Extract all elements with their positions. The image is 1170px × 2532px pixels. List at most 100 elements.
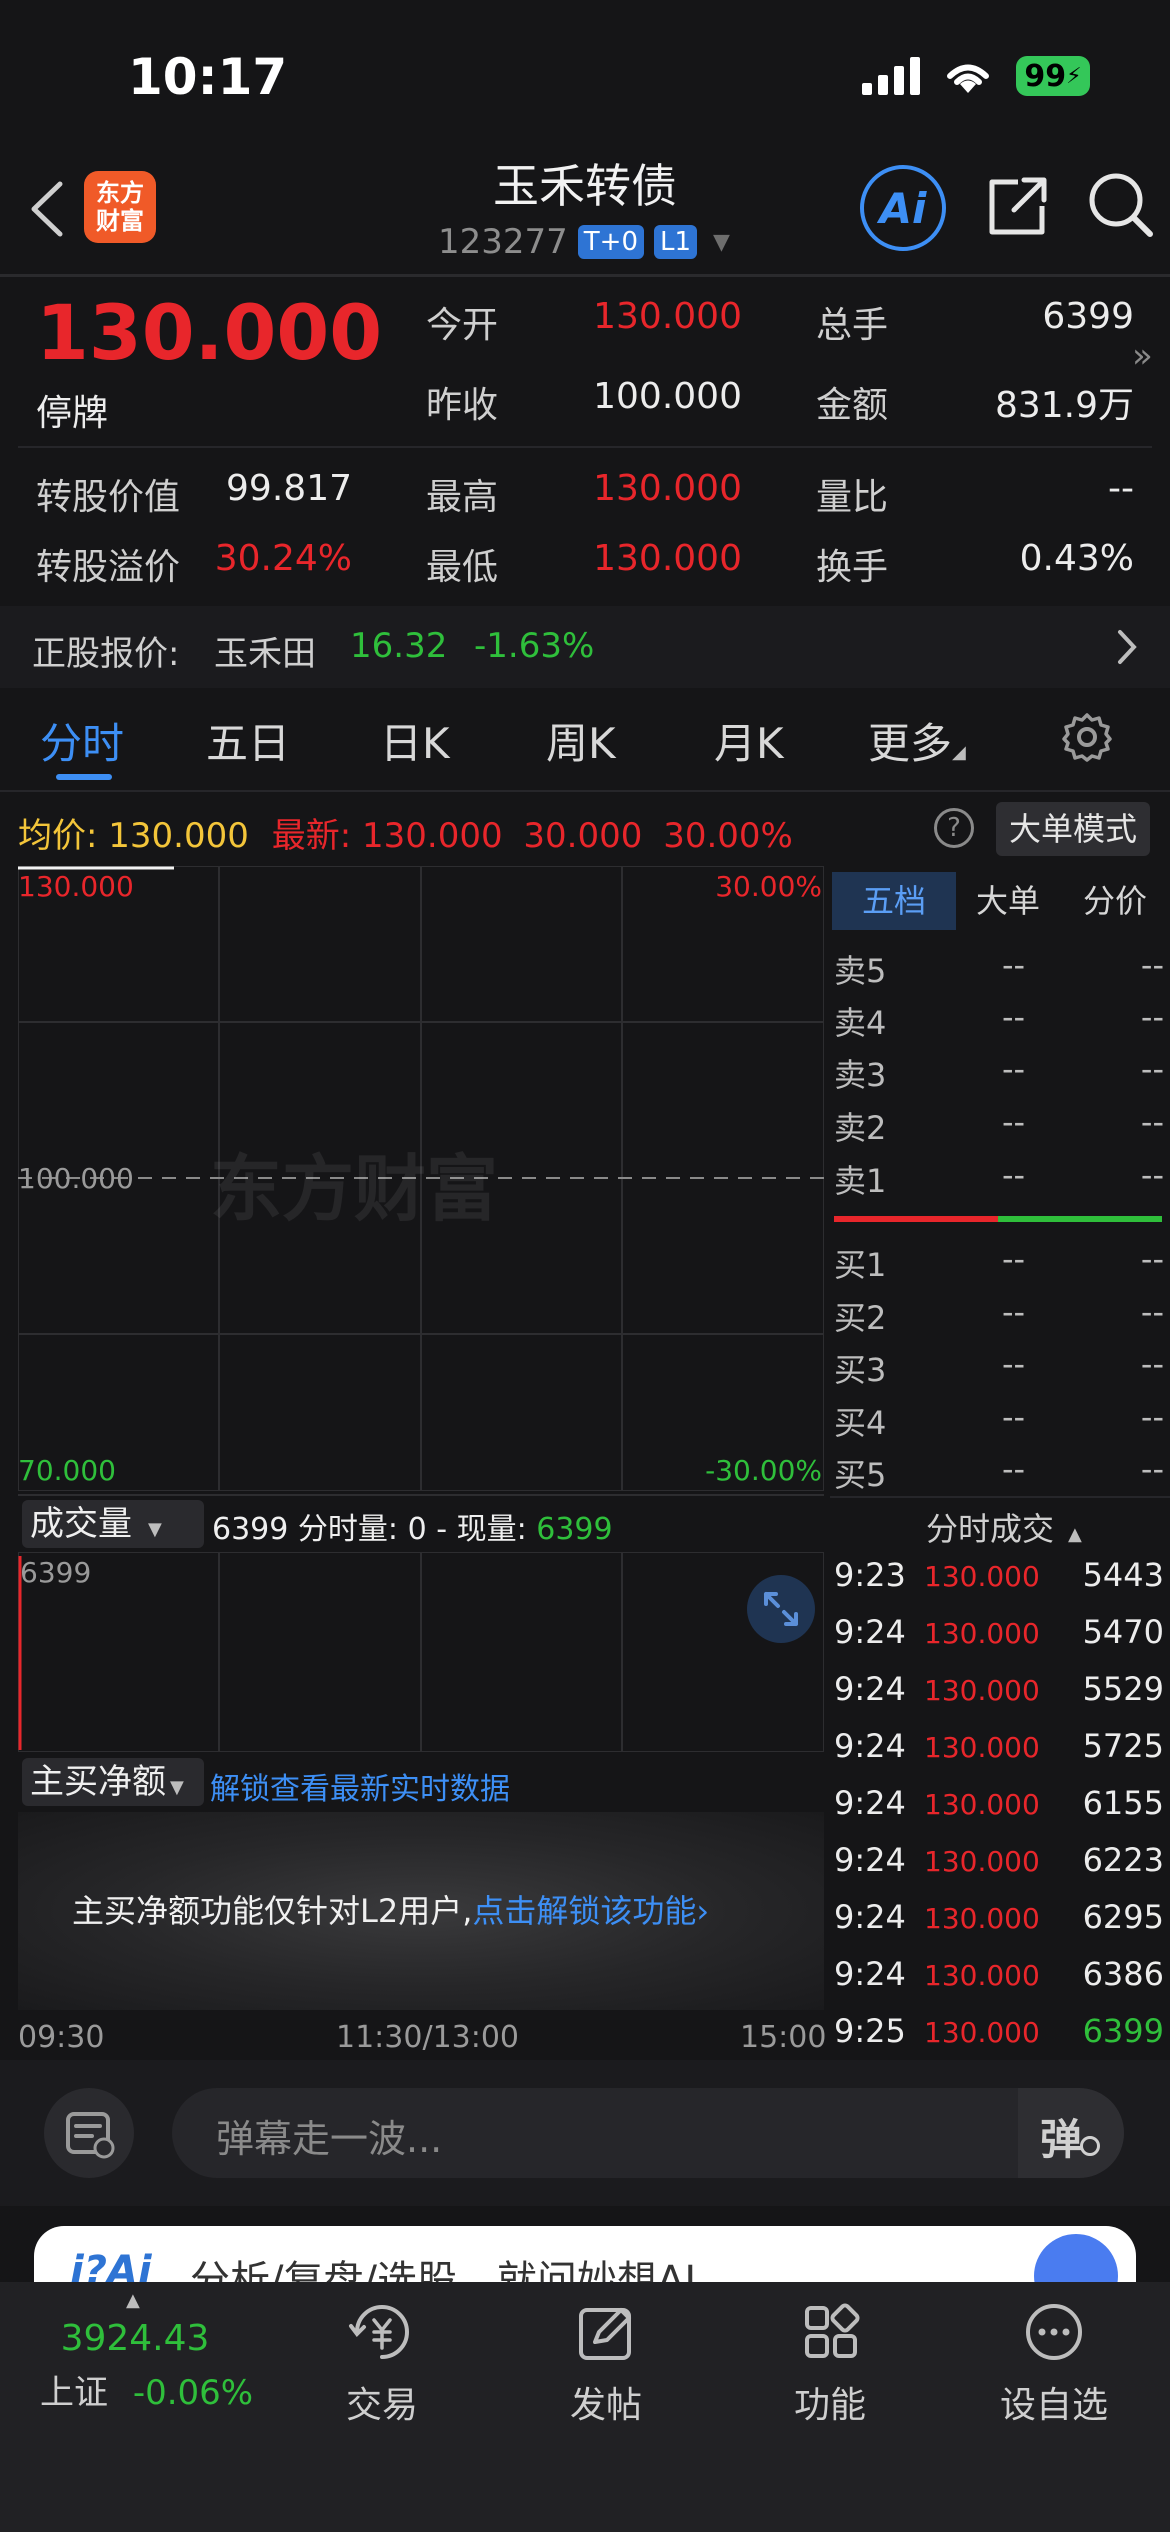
tab-monthly-k[interactable]: 月K xyxy=(714,710,784,771)
unlock-feature-link[interactable]: 点击解锁该功能 xyxy=(472,1892,696,1930)
trade-row: 9:24 130.000 6223 xyxy=(834,1841,1164,1879)
sell-2-row: 卖2 -- -- xyxy=(834,1103,1164,1147)
chevron-right-icon xyxy=(1118,630,1137,664)
trade-row: 9:24 130.000 5529 xyxy=(834,1670,1164,1708)
low-label: 最低 xyxy=(426,547,499,588)
settings-gear-icon[interactable] xyxy=(1062,712,1112,762)
amount-value: 831.9万 xyxy=(994,385,1134,426)
nav-add-watchlist[interactable]: 设自选 xyxy=(974,2300,1134,2428)
danmu-input[interactable]: 弹幕走一波... 弹 xyxy=(172,2088,1124,2178)
tab-more[interactable]: 更多◢ xyxy=(868,710,966,771)
caret-down-icon: ▼ xyxy=(148,1519,162,1540)
buy-3-row: 买3 -- -- xyxy=(834,1345,1164,1389)
tab-daily-k[interactable]: 日K xyxy=(380,710,450,771)
conversion-value: 99.817 xyxy=(226,468,352,509)
unlock-realtime-link[interactable]: 解锁查看最新实时数据 xyxy=(210,1764,510,1808)
turnover-label: 换手 xyxy=(816,547,889,588)
pct-axis-bottom: -30.00% xyxy=(705,1454,822,1487)
tab-weekly-k[interactable]: 周K xyxy=(546,710,616,771)
security-code-row[interactable]: 123277 T+0 L1 ▼ xyxy=(438,222,730,262)
danmu-toggle-button[interactable]: 弹 xyxy=(1018,2088,1124,2178)
volume-value: 6399 xyxy=(1042,296,1134,337)
amount-label: 金额 xyxy=(816,385,889,426)
tab-intraday[interactable]: 分时 xyxy=(40,710,124,771)
trade-row: 9:23 130.000 5443 xyxy=(834,1556,1164,1594)
latest-change: 30.000 xyxy=(523,816,643,856)
tab-five-levels[interactable]: 五档 xyxy=(832,872,956,930)
prev-close-label: 昨收 xyxy=(426,385,499,426)
volume-chart[interactable] xyxy=(18,1552,824,1752)
volume-axis-max: 6399 xyxy=(20,1556,92,1589)
l2-notice-text: 主买净额功能仅针对L2用户, xyxy=(72,1892,473,1930)
trade-row: 9:24 130.000 6155 xyxy=(834,1784,1164,1822)
share-icon[interactable] xyxy=(984,172,1052,240)
latest-value: 130.000 xyxy=(361,816,503,856)
volume-label: 总手 xyxy=(816,305,889,346)
danmu-settings-icon xyxy=(66,2112,115,2159)
big-order-mode-button[interactable]: 大单模式 xyxy=(996,802,1150,856)
more-dots-icon xyxy=(1026,2304,1082,2360)
caret-up-icon: ▲ xyxy=(1068,1524,1082,1545)
trade-row: 9:24 130.000 6386 xyxy=(834,1955,1164,1993)
index-ticker[interactable]: 3924.43 上证 -0.06% xyxy=(40,2318,253,2414)
l2-notice-box: 主买净额功能仅针对L2用户,点击解锁该功能› xyxy=(18,1812,824,2010)
underlying-change: -1.63% xyxy=(474,626,595,666)
index-change: -0.06% xyxy=(132,2373,254,2413)
y-axis-mid: 100.000 xyxy=(18,1162,134,1195)
quote-divider xyxy=(18,446,1152,448)
tab-price-dist[interactable]: 分价 xyxy=(1060,872,1170,930)
expand-chevron-icon[interactable]: » xyxy=(1132,336,1153,376)
tabs-divider xyxy=(0,790,1170,792)
watermark: 东方财富 xyxy=(210,1147,499,1231)
tab-big-orders[interactable]: 大单 xyxy=(956,872,1060,930)
nav-trade[interactable]: 交易 xyxy=(302,2300,462,2428)
active-tab-indicator xyxy=(56,774,112,780)
danmu-placeholder: 弹幕走一波... xyxy=(216,2117,443,2161)
help-icon[interactable]: ? xyxy=(934,808,974,848)
open-label: 今开 xyxy=(426,305,499,346)
buy-4-row: 买4 -- -- xyxy=(834,1398,1164,1442)
grid-apps-icon xyxy=(805,2303,860,2358)
conversion-premium-label: 转股溢价 xyxy=(36,547,181,588)
l1-badge: L1 xyxy=(654,225,698,259)
nav-functions[interactable]: 功能 xyxy=(750,2300,910,2428)
tab-five-day[interactable]: 五日 xyxy=(206,710,290,771)
fullscreen-expand-icon[interactable] xyxy=(746,1574,816,1644)
y-axis-top: 130.000 xyxy=(18,870,134,903)
ai-button[interactable]: Ai xyxy=(860,165,946,251)
time-axis-mid: 11:30/13:00 xyxy=(336,2020,520,2055)
nav-post[interactable]: 发帖 xyxy=(526,2300,686,2428)
status-time: 10:17 xyxy=(128,48,288,106)
buy-pressure-bar xyxy=(998,1216,1162,1222)
battery-icon: 99 ⚡ xyxy=(1016,56,1090,96)
signal-icon xyxy=(862,57,920,95)
buy-2-row: 买2 -- -- xyxy=(834,1293,1164,1337)
indicator-select-main-buy[interactable]: 主买净额 ▼ xyxy=(22,1758,204,1806)
conversion-premium-value: 30.24% xyxy=(214,538,352,579)
underlying-name: 玉禾田 xyxy=(214,634,316,674)
header-divider xyxy=(0,274,1170,277)
danmu-bar: 弹幕走一波... 弹 xyxy=(0,2060,1170,2206)
turnover-value: 0.43% xyxy=(1019,538,1134,579)
latest-label: 最新: xyxy=(271,816,352,856)
volume-summary: 6399 分时量: 0 - 现量: 6399 xyxy=(212,1512,613,1547)
trade-row: 9:24 130.000 6295 xyxy=(834,1898,1164,1936)
chart-divider xyxy=(18,1494,824,1496)
underlying-label: 正股报价: xyxy=(32,634,180,674)
indicator-select-volume[interactable]: 成交量 ▼ xyxy=(22,1500,204,1548)
underlying-stock-row[interactable]: 正股报价: 玉禾田 16.32 -1.63% xyxy=(0,606,1170,688)
volume-ratio-label: 量比 xyxy=(816,477,889,518)
search-icon[interactable] xyxy=(1086,170,1154,238)
pct-axis-top: 30.00% xyxy=(715,870,822,903)
corner-triangle-icon: ◢ xyxy=(952,742,966,763)
ai-promo-banner[interactable]: i?Ai 分析/复盘/选股，就问妙想AI xyxy=(34,2226,1136,2286)
time-axis-start: 09:30 xyxy=(18,2020,105,2055)
trades-title[interactable]: 分时成交 ▲ xyxy=(926,1504,1082,1550)
danmu-settings-button[interactable] xyxy=(44,2088,134,2178)
last-price: 130.000 xyxy=(36,288,383,377)
status-icons: 99 ⚡ xyxy=(862,56,1090,96)
avg-latest-row: 均价: 130.000 最新: 130.000 30.000 30.00% xyxy=(18,808,793,857)
tplus0-badge: T+0 xyxy=(577,225,645,259)
index-value: 3924.43 xyxy=(60,2318,210,2359)
order-book-tabs: 五档 大单 分价 xyxy=(830,872,1170,930)
